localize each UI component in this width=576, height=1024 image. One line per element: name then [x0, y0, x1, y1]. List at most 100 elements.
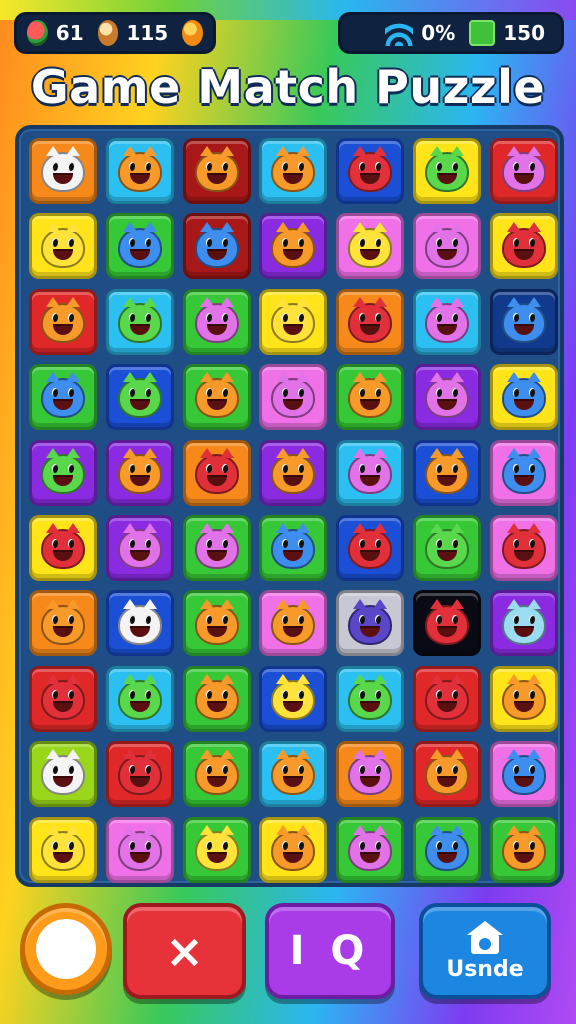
- puzzle-tile[interactable]: [259, 816, 328, 883]
- puzzle-tile[interactable]: [105, 665, 174, 732]
- puzzle-tile[interactable]: [29, 665, 97, 732]
- puzzle-tile[interactable]: [489, 364, 558, 431]
- puzzle-tile[interactable]: [336, 439, 405, 506]
- puzzle-tile[interactable]: [105, 515, 174, 581]
- puzzle-tile[interactable]: [489, 590, 558, 657]
- puzzle-tile[interactable]: [29, 439, 97, 506]
- creature-face-icon: [348, 598, 393, 645]
- puzzle-tile[interactable]: [259, 665, 328, 732]
- puzzle-tile[interactable]: [182, 288, 251, 355]
- puzzle-tile[interactable]: [489, 213, 558, 280]
- puzzle-tile[interactable]: [29, 213, 97, 280]
- creature-face-icon: [501, 221, 546, 268]
- puzzle-tile[interactable]: [259, 364, 328, 431]
- puzzle-tile[interactable]: [182, 364, 251, 431]
- creature-face-icon: [425, 372, 469, 419]
- puzzle-tile[interactable]: [413, 816, 481, 883]
- puzzle-tile[interactable]: [336, 816, 405, 883]
- puzzle-tile[interactable]: [105, 364, 174, 431]
- puzzle-tile[interactable]: [182, 439, 251, 506]
- puzzle-tile[interactable]: [182, 213, 251, 280]
- puzzle-tile[interactable]: [413, 213, 481, 280]
- puzzle-tile[interactable]: [259, 741, 328, 808]
- puzzle-tile[interactable]: [29, 138, 97, 204]
- puzzle-tile[interactable]: [489, 439, 558, 506]
- puzzle-tile[interactable]: [489, 665, 558, 732]
- usnde-button[interactable]: Usnde: [419, 903, 551, 999]
- puzzle-tile[interactable]: [29, 741, 97, 808]
- puzzle-tile[interactable]: [489, 138, 558, 204]
- puzzle-tile[interactable]: [336, 515, 405, 581]
- puzzle-tile[interactable]: [29, 515, 97, 581]
- puzzle-tile[interactable]: [105, 213, 174, 280]
- puzzle-tile[interactable]: [182, 590, 251, 657]
- puzzle-tile[interactable]: [413, 288, 481, 355]
- creature-face-icon: [348, 824, 393, 871]
- puzzle-tile[interactable]: [182, 515, 251, 581]
- creature-face-icon: [41, 221, 85, 268]
- creature-face-icon: [501, 673, 546, 720]
- puzzle-tile[interactable]: [105, 590, 174, 657]
- puzzle-tile[interactable]: [29, 364, 97, 431]
- puzzle-tile[interactable]: [105, 816, 174, 883]
- puzzle-tile[interactable]: [29, 816, 97, 883]
- wifi-percent: 0%: [421, 21, 456, 45]
- creature-face-icon: [501, 598, 546, 645]
- puzzle-tile[interactable]: [259, 138, 328, 204]
- puzzle-tile[interactable]: [336, 741, 405, 808]
- puzzle-tile[interactable]: [182, 741, 251, 808]
- creature-face-icon: [194, 749, 239, 796]
- creature-face-icon: [425, 221, 469, 268]
- iq-button[interactable]: I Q: [265, 903, 395, 999]
- puzzle-tile[interactable]: [336, 590, 405, 657]
- close-button[interactable]: ×: [123, 903, 246, 999]
- orange-icon: [182, 20, 203, 46]
- creature-face-icon: [41, 372, 85, 419]
- puzzle-tile[interactable]: [489, 816, 558, 883]
- puzzle-tile[interactable]: [29, 288, 97, 355]
- circle-button[interactable]: [20, 903, 112, 995]
- creature-face-icon: [271, 523, 316, 570]
- creature-face-icon: [117, 598, 162, 645]
- puzzle-tile[interactable]: [413, 515, 481, 581]
- puzzle-tile[interactable]: [105, 138, 174, 204]
- creature-face-icon: [348, 523, 393, 570]
- puzzle-tile[interactable]: [489, 741, 558, 808]
- puzzle-tile[interactable]: [182, 665, 251, 732]
- creature-face-icon: [117, 523, 162, 570]
- puzzle-tile[interactable]: [413, 590, 481, 657]
- creature-face-icon: [194, 673, 239, 720]
- puzzle-tile[interactable]: [413, 138, 481, 204]
- puzzle-tile[interactable]: [259, 288, 328, 355]
- puzzle-tile[interactable]: [259, 515, 328, 581]
- puzzle-tile[interactable]: [489, 288, 558, 355]
- puzzle-tile[interactable]: [336, 138, 405, 204]
- watermelon-count: 61: [55, 21, 84, 45]
- puzzle-tile[interactable]: [336, 364, 405, 431]
- puzzle-tile[interactable]: [413, 741, 481, 808]
- puzzle-tile[interactable]: [259, 590, 328, 657]
- puzzle-tile[interactable]: [182, 138, 251, 204]
- watermelon-icon: [27, 20, 48, 46]
- puzzle-tile[interactable]: [413, 439, 481, 506]
- puzzle-tile[interactable]: [336, 665, 405, 732]
- puzzle-tile[interactable]: [413, 364, 481, 431]
- puzzle-tile[interactable]: [336, 288, 405, 355]
- creature-face-icon: [41, 824, 85, 871]
- creature-face-icon: [348, 221, 393, 268]
- creature-face-icon: [501, 749, 546, 796]
- puzzle-tile[interactable]: [105, 439, 174, 506]
- creature-face-icon: [117, 296, 162, 343]
- puzzle-tile[interactable]: [105, 288, 174, 355]
- puzzle-tile[interactable]: [489, 515, 558, 581]
- puzzle-tile[interactable]: [182, 816, 251, 883]
- puzzle-tile[interactable]: [413, 665, 481, 732]
- puzzle-tile[interactable]: [29, 590, 97, 657]
- bread-count: 115: [126, 21, 169, 45]
- creature-face-icon: [271, 372, 316, 419]
- puzzle-tile[interactable]: [259, 213, 328, 280]
- puzzle-tile[interactable]: [259, 439, 328, 506]
- puzzle-tile[interactable]: [105, 741, 174, 808]
- creature-face-icon: [348, 146, 393, 193]
- puzzle-tile[interactable]: [336, 213, 405, 280]
